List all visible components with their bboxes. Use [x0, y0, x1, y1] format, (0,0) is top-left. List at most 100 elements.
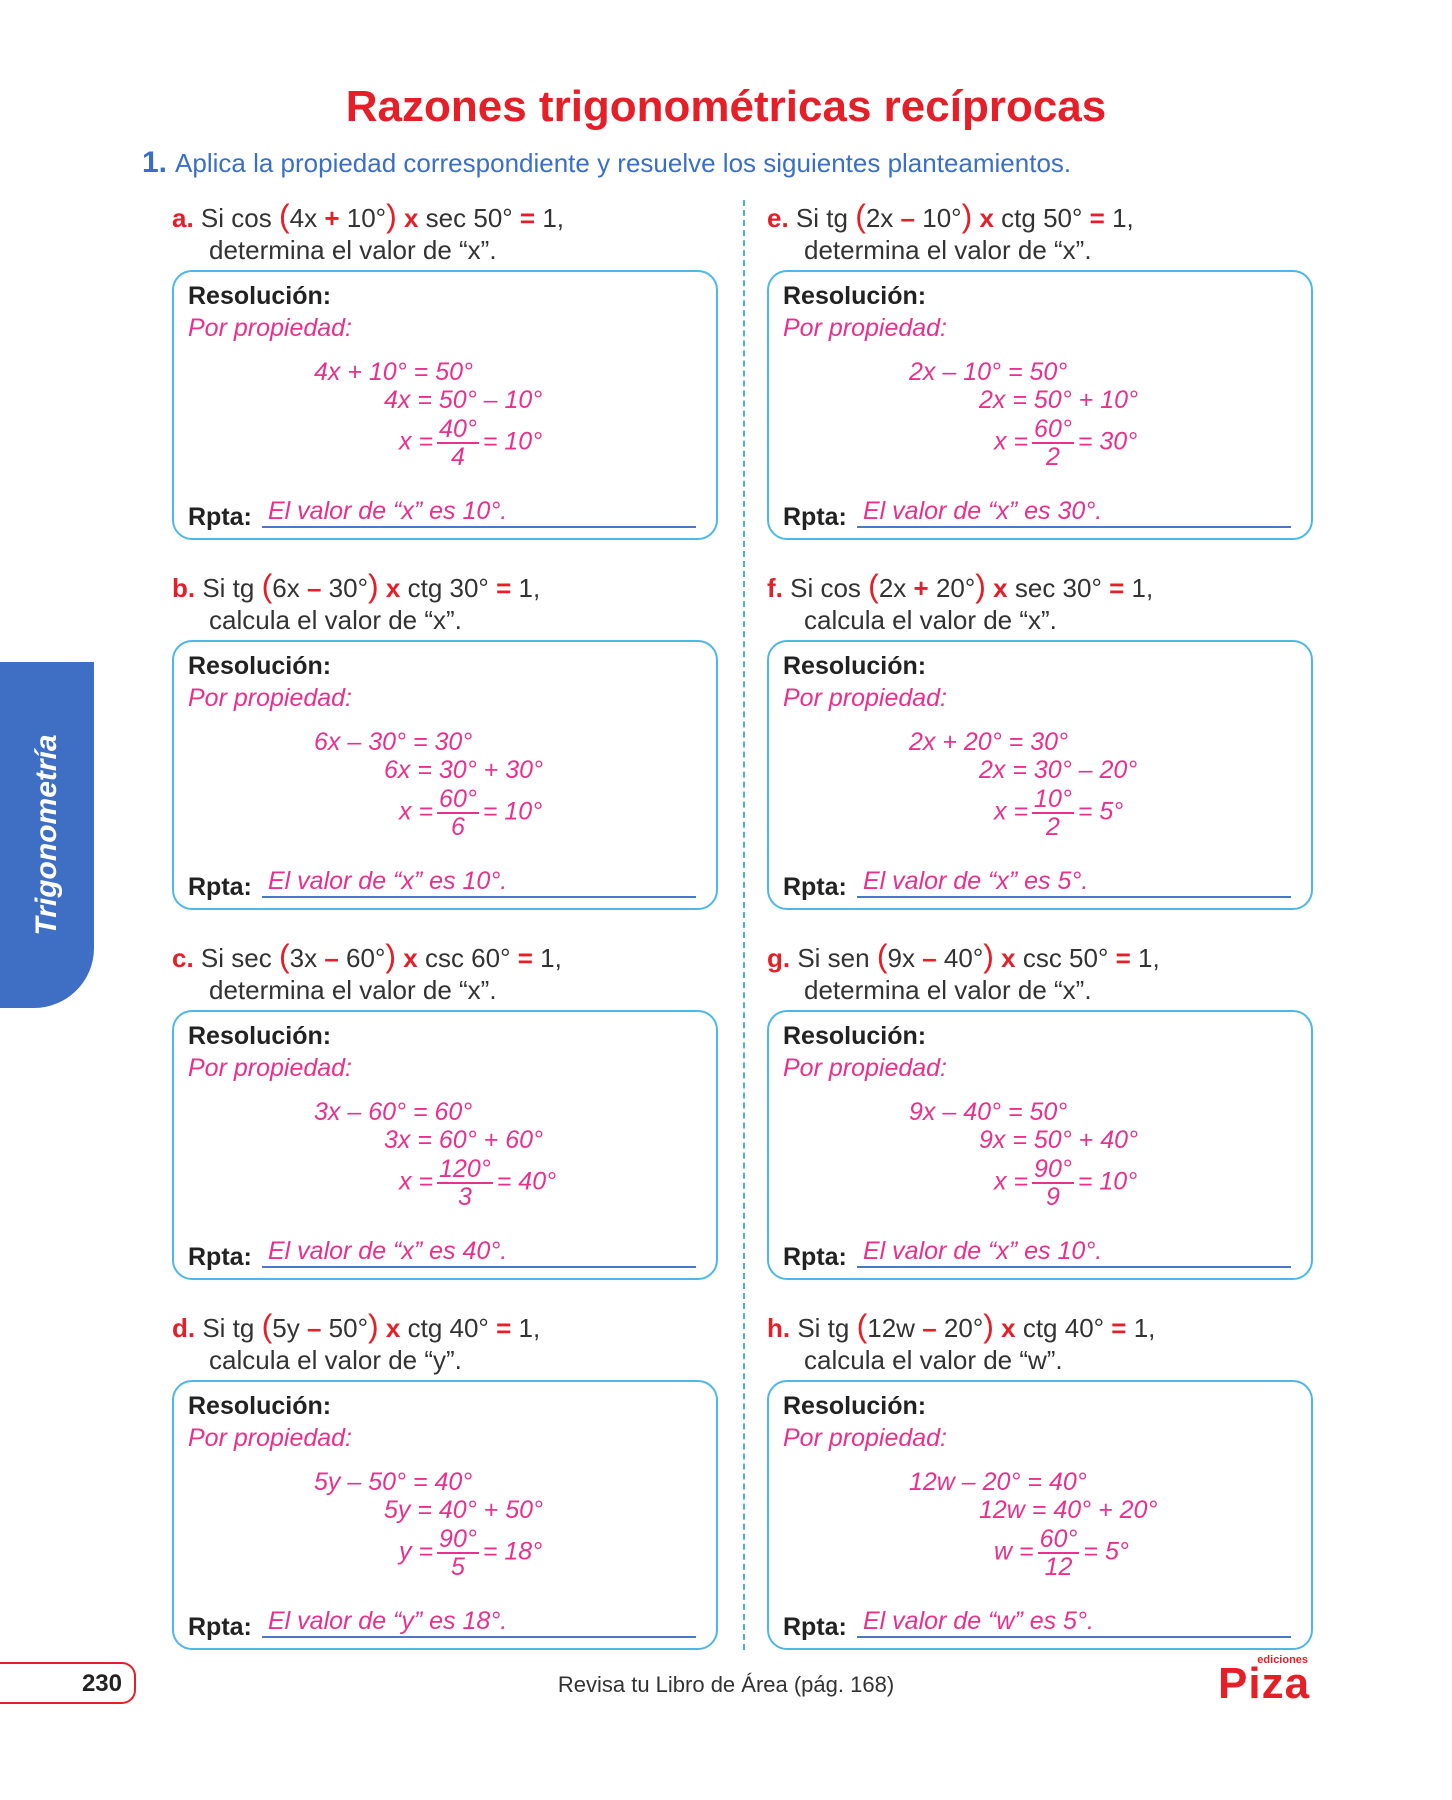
equation-rhs: = 10°: [482, 427, 543, 456]
fraction-denominator: 12: [1044, 1553, 1073, 1581]
answer-line[interactable]: El valor de “x” es 5°.: [857, 866, 1291, 898]
fraction: 10° 2: [1032, 786, 1074, 840]
equation-rhs: = 30°: [1077, 427, 1138, 456]
second-function: ctg 50°: [1001, 203, 1083, 233]
problem-letter: e.: [767, 203, 789, 233]
open-paren: (: [278, 198, 290, 234]
resolution-label: Resolución:: [188, 652, 332, 680]
argument-operator: –: [306, 1313, 322, 1343]
column-divider: [743, 200, 745, 1650]
fraction-denominator: 5: [451, 1553, 465, 1581]
answer-label: Rpta:: [188, 1243, 252, 1271]
equation-step-3: y = 90° 5 = 18°: [399, 1526, 542, 1580]
second-function: ctg 40°: [407, 1313, 489, 1343]
argument-a: 2x: [865, 203, 894, 233]
fraction-numerator: 60°: [437, 785, 479, 814]
multiply-sign: x: [403, 203, 419, 233]
answer-line[interactable]: El valor de “x” es 10°.: [262, 496, 696, 528]
equation-step-1: 2x – 10° = 50°: [909, 358, 1068, 386]
resolution-box: Resolución: Por propiedad: 6x – 30° = 30° 6…: [172, 640, 718, 910]
answer-label: Rpta:: [783, 503, 847, 531]
side-tab: Trigonometría: [0, 662, 94, 1008]
problem-function: Si cos: [790, 573, 861, 603]
answer-line[interactable]: El valor de “x” es 40°.: [262, 1236, 696, 1268]
fraction: 60° 12: [1037, 1526, 1080, 1581]
right-hand-side: 1,: [1138, 943, 1160, 973]
fraction-numerator: 60°: [1032, 415, 1074, 444]
equation-step-2: 9x = 50° + 40°: [979, 1126, 1138, 1154]
answer-line[interactable]: El valor de “x” es 10°.: [262, 866, 696, 898]
problem-line1: h. Si tg (12w – 20°) x ctg 40° = 1,: [767, 1310, 1155, 1344]
problem-function: Si tg: [795, 203, 848, 233]
resolution-box: Resolución: Por propiedad: 9x – 40° = 50° 9…: [767, 1010, 1313, 1280]
answer-label: Rpta:: [783, 873, 847, 901]
answer-line[interactable]: El valor de “w” es 5°.: [857, 1606, 1291, 1638]
equation-rhs: = 10°: [482, 797, 543, 826]
resolution-box: Resolución: Por propiedad: 2x – 10° = 50° 2…: [767, 270, 1313, 540]
answer-label: Rpta:: [783, 1613, 847, 1641]
problem-statement: b. Si tg (6x – 30°) x ctg 30° = 1, calcul…: [172, 570, 540, 636]
problem-line2: calcula el valor de “x”.: [209, 605, 462, 635]
publisher-logo: ediciones Piza: [1218, 1654, 1310, 1706]
equation-rhs: = 18°: [482, 1537, 543, 1566]
equation-lhs: x =: [994, 427, 1029, 456]
problem-letter: f.: [767, 573, 783, 603]
argument-a: 12w: [867, 1313, 915, 1343]
problem-function: Si sec: [200, 943, 272, 973]
instruction-number: 1.: [142, 146, 168, 179]
answer-line[interactable]: El valor de “x” es 30°.: [857, 496, 1291, 528]
argument-b: 20°: [935, 573, 976, 603]
property-label: Por propiedad:: [188, 314, 353, 342]
problem-line1: e. Si tg (2x – 10°) x ctg 50° = 1,: [767, 200, 1134, 234]
fraction-denominator: 2: [1046, 813, 1060, 841]
logo-small-text: ediciones: [1257, 1654, 1309, 1666]
problem-line2: determina el valor de “x”.: [804, 975, 1092, 1005]
property-label: Por propiedad:: [783, 1054, 948, 1082]
equation-rhs: = 5°: [1083, 1537, 1129, 1566]
answer-line[interactable]: El valor de “x” es 10°.: [857, 1236, 1291, 1268]
close-paren: ): [961, 198, 973, 234]
multiply-sign: x: [1001, 943, 1016, 973]
answer-line[interactable]: El valor de “y” es 18°.: [262, 1606, 696, 1638]
problem-letter: b.: [172, 573, 196, 603]
resolution-box: Resolución: Por propiedad: 2x + 20° = 30° 2…: [767, 640, 1313, 910]
equation-rhs: = 10°: [1077, 1167, 1138, 1196]
equation-step-2: 2x = 30° – 20°: [979, 756, 1138, 784]
argument-a: 6x: [272, 573, 300, 603]
argument-b: 60°: [346, 943, 386, 973]
problem-line2: calcula el valor de “w”.: [804, 1345, 1063, 1375]
instruction: 1. Aplica la propiedad correspondiente y …: [142, 146, 1071, 180]
fraction: 60° 6: [437, 786, 479, 840]
fraction: 60° 2: [1032, 416, 1074, 470]
right-hand-side: 1,: [518, 573, 541, 603]
equation-step-3: x = 40° 4 = 10°: [399, 416, 542, 470]
close-paren: ): [368, 1308, 379, 1344]
equation-step-1: 4x + 10° = 50°: [314, 358, 473, 386]
equation-step-2: 12w = 40° + 20°: [979, 1496, 1158, 1524]
equation-rhs: = 40°: [496, 1167, 557, 1196]
equation-rhs: = 5°: [1077, 797, 1124, 826]
problem-statement: h. Si tg (12w – 20°) x ctg 40° = 1, calcu…: [767, 1310, 1155, 1376]
problem-statement: d. Si tg (5y – 50°) x ctg 40° = 1, calcul…: [172, 1310, 540, 1376]
equation-step-2: 2x = 50° + 10°: [979, 386, 1138, 414]
resolution-label: Resolución:: [783, 1022, 927, 1050]
open-paren: (: [856, 1308, 868, 1344]
problem-statement: f. Si cos (2x + 20°) x sec 30° = 1, calcu…: [767, 570, 1153, 636]
close-paren: ): [386, 198, 397, 234]
multiply-sign: x: [403, 943, 418, 973]
fraction-numerator: 10°: [1032, 785, 1074, 814]
problem-line1: a. Si cos (4x + 10°) x sec 50° = 1,: [172, 200, 564, 234]
second-function: sec 30°: [1014, 573, 1102, 603]
equation-step-2: 4x = 50° – 10°: [384, 386, 543, 414]
right-hand-side: 1,: [540, 943, 562, 973]
argument-a: 4x: [289, 203, 318, 233]
equation-step-3: x = 120° 3 = 40°: [399, 1156, 556, 1210]
fraction-denominator: 9: [1046, 1183, 1060, 1211]
equation-lhs: x =: [399, 427, 434, 456]
problem-statement: a. Si cos (4x + 10°) x sec 50° = 1, deter…: [172, 200, 564, 266]
fraction-denominator: 4: [451, 443, 465, 471]
equation-step-1: 6x – 30° = 30°: [314, 728, 473, 756]
fraction-numerator: 90°: [1032, 1155, 1074, 1184]
resolution-box: Resolución: Por propiedad: 5y – 50° = 40° 5…: [172, 1380, 718, 1650]
logo-text: Piza: [1218, 1659, 1311, 1708]
